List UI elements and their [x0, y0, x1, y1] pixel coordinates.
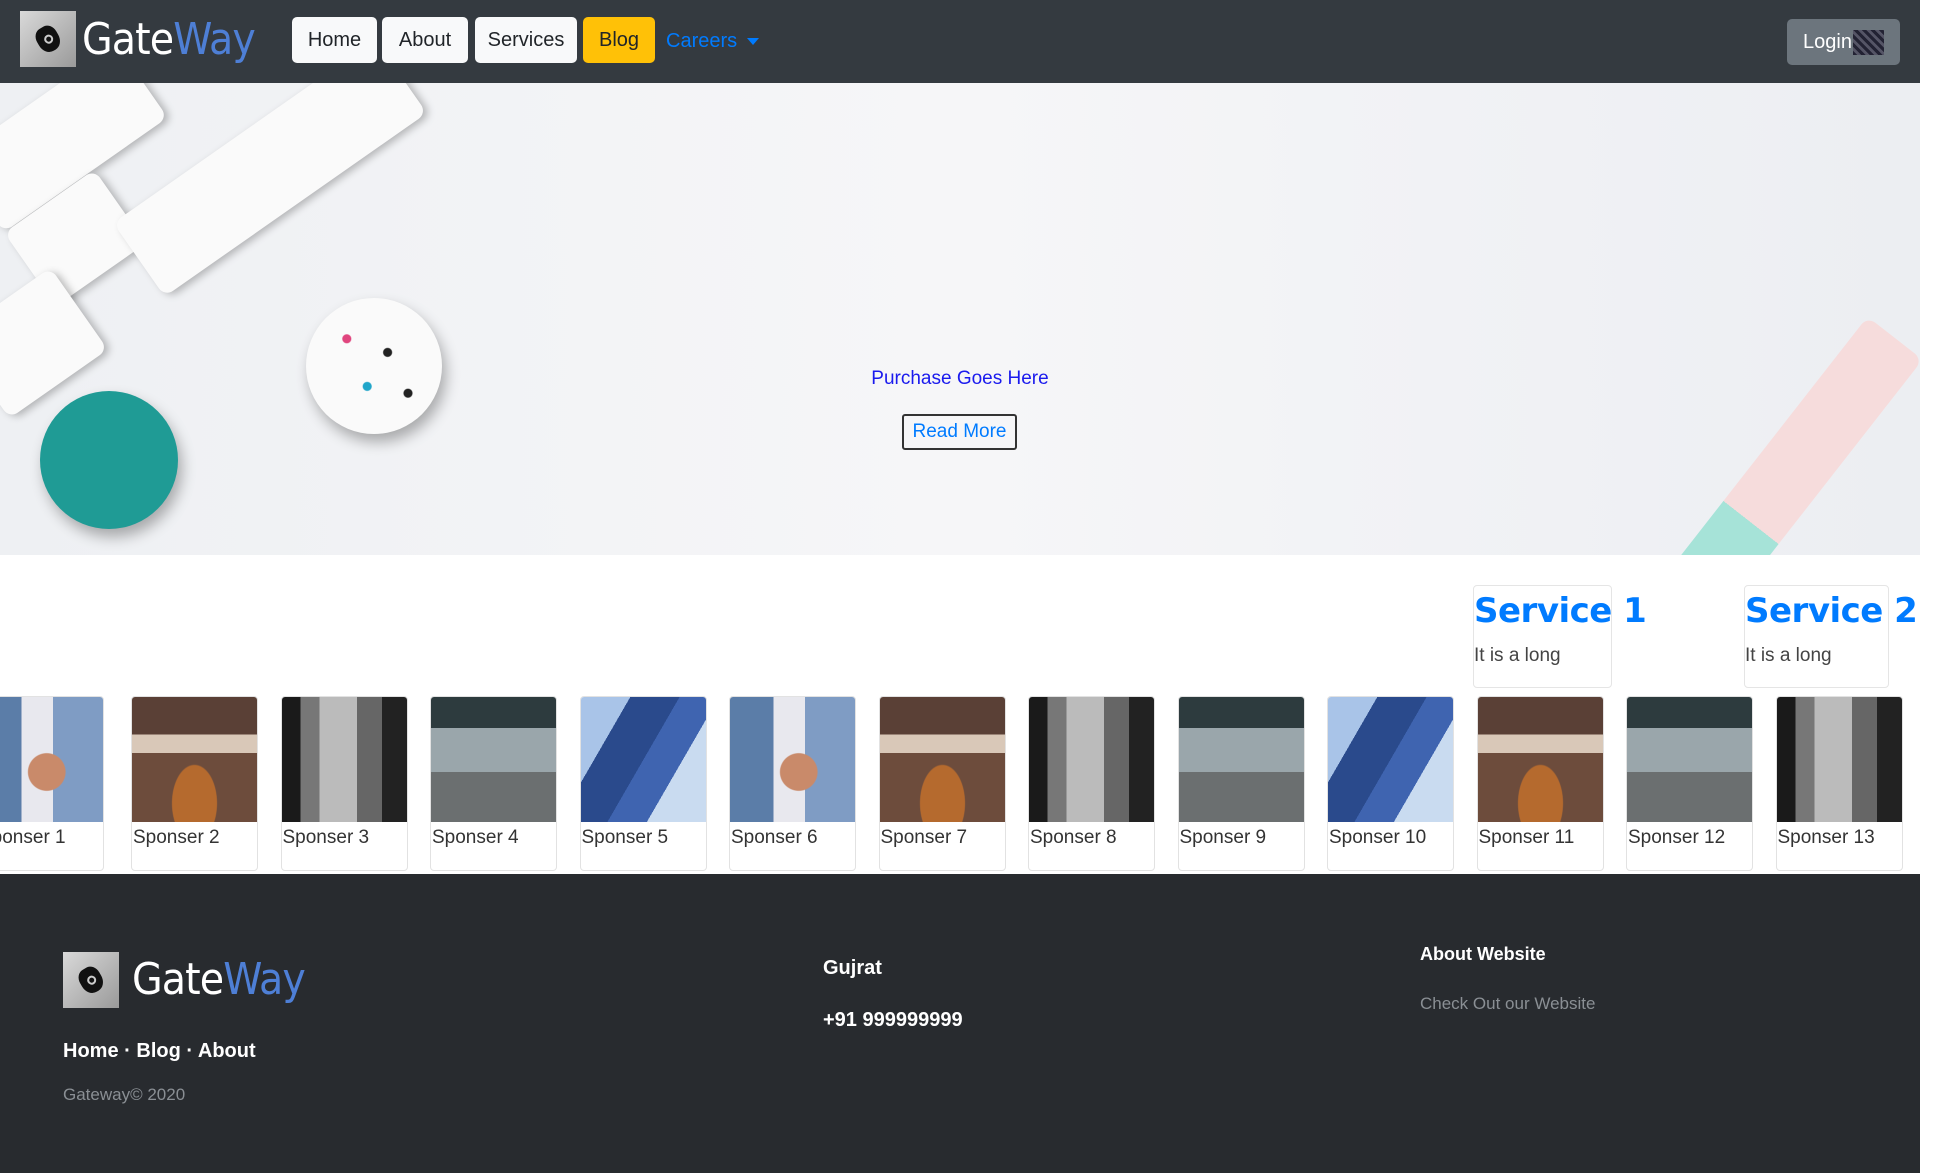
login-avatar-icon — [1852, 29, 1884, 55]
sponsor-image — [580, 697, 706, 822]
footer-brand-first: Gate — [132, 954, 224, 1005]
sponsor-image — [132, 697, 257, 822]
sponsor-label: Sponser 5 — [581, 827, 669, 848]
sponsor-label: Sponser 12 — [1628, 827, 1726, 848]
read-more-button[interactable]: Read More — [902, 414, 1017, 450]
sponsor-image — [0, 697, 103, 822]
sponsor-label: Sponser 13 — [1777, 827, 1875, 848]
sponsor-image — [730, 697, 855, 822]
footer-link-about[interactable]: About — [198, 1040, 256, 1062]
nav-blog-button[interactable]: Blog — [583, 17, 655, 63]
footer-location: Gujrat — [823, 957, 882, 979]
footer-links: Home · Blog · About — [63, 1040, 256, 1063]
sponsor-label: Sponser 10 — [1329, 827, 1427, 848]
nav-services-button[interactable]: Services — [475, 17, 577, 63]
navbar: GateWay Home About Services Blog Careers… — [0, 0, 1920, 83]
sponsor-label: Sponser 11 — [1478, 827, 1575, 848]
sponsor-label: Sponser 7 — [880, 827, 968, 848]
service-text: It is a long — [1474, 645, 1561, 666]
separator: · — [124, 1040, 131, 1062]
polka-dot-button-decoration — [306, 298, 442, 434]
nav-home-button[interactable]: Home — [292, 17, 377, 63]
service-title: Service 1 — [1474, 591, 1647, 631]
logo-icon[interactable] — [20, 11, 76, 67]
service-card[interactable]: Service 1 It is a long — [1473, 585, 1647, 688]
sponsor-image — [1029, 697, 1154, 822]
sponsor-card[interactable]: Sponser 11 — [1476, 696, 1604, 871]
hero-headline: Purchase Goes Here — [871, 368, 1049, 389]
careers-label: Careers — [666, 30, 738, 52]
brand-second: Way — [173, 14, 256, 65]
sponsor-card[interactable]: Sponser 2 — [131, 696, 258, 871]
hero-banner: Purchase Goes Here Read More — [0, 83, 1920, 555]
sponsor-image — [1178, 697, 1304, 822]
sponsor-image — [1328, 697, 1453, 822]
sponsor-label: Sponser 1 — [0, 827, 66, 848]
footer-about-title: About Website — [1420, 944, 1546, 964]
footer-link-home[interactable]: Home — [63, 1040, 119, 1062]
footer-link-blog[interactable]: Blog — [136, 1040, 180, 1062]
sponsor-image — [1477, 697, 1603, 822]
brand-first: Gate — [82, 14, 174, 65]
sponsor-card[interactable]: Sponser 10 — [1327, 696, 1454, 871]
sponsor-label: Sponser 4 — [432, 827, 519, 848]
sponsor-card[interactable]: Sponser 6 — [729, 696, 856, 871]
service-card[interactable]: Service 2 It is a long — [1744, 585, 1918, 688]
brand-logo[interactable]: GateWay — [82, 14, 256, 65]
login-label: Login — [1803, 30, 1852, 53]
sponsor-card[interactable]: Sponser 1 — [0, 696, 104, 871]
sponsor-image — [1776, 697, 1902, 822]
footer-phone: +91 999999999 — [823, 1009, 963, 1031]
sponsor-card[interactable]: Sponser 3 — [280, 696, 408, 871]
woo-button-decoration — [40, 391, 178, 529]
sponsor-label: Sponser 6 — [731, 827, 818, 848]
sponsor-label: Sponser 9 — [1179, 827, 1267, 848]
service-title: Service 2 — [1745, 591, 1918, 631]
sponsor-card[interactable]: Sponser 9 — [1177, 696, 1305, 871]
sponsor-card[interactable]: Sponser 13 — [1775, 696, 1903, 871]
chevron-down-icon — [747, 38, 760, 45]
pencil-decoration — [1547, 316, 1920, 555]
careers-dropdown[interactable]: Careers — [666, 30, 760, 53]
footer: GateWay Home · Blog · About Gateway© 202… — [0, 874, 1920, 1173]
footer-website-link[interactable]: Check Out our Website — [1420, 994, 1595, 1014]
sponsor-card[interactable]: Sponser 5 — [579, 696, 707, 871]
sponsor-label: Sponser 8 — [1030, 827, 1117, 848]
login-button[interactable]: Login — [1787, 19, 1900, 65]
sponsor-card[interactable]: Sponser 8 — [1028, 696, 1155, 871]
sponsor-label: Sponser 3 — [282, 827, 370, 848]
sponsor-image — [431, 697, 556, 822]
sponsor-card[interactable]: Sponser 12 — [1626, 696, 1753, 871]
footer-brand-logo: GateWay — [132, 954, 306, 1005]
footer-brand-second: Way — [223, 954, 306, 1005]
sponsor-image — [879, 697, 1005, 822]
sponsor-card[interactable]: Sponser 4 — [430, 696, 557, 871]
footer-logo-icon — [63, 952, 119, 1008]
nav-about-button[interactable]: About — [382, 17, 468, 63]
service-text: It is a long — [1745, 645, 1832, 666]
sponsor-image — [281, 697, 407, 822]
sponsor-label: Sponser 2 — [133, 827, 220, 848]
copyright: Gateway© 2020 — [63, 1085, 186, 1104]
sponsor-card[interactable]: Sponser 7 — [878, 696, 1006, 871]
sponsor-image — [1627, 697, 1752, 822]
separator: · — [186, 1040, 194, 1062]
